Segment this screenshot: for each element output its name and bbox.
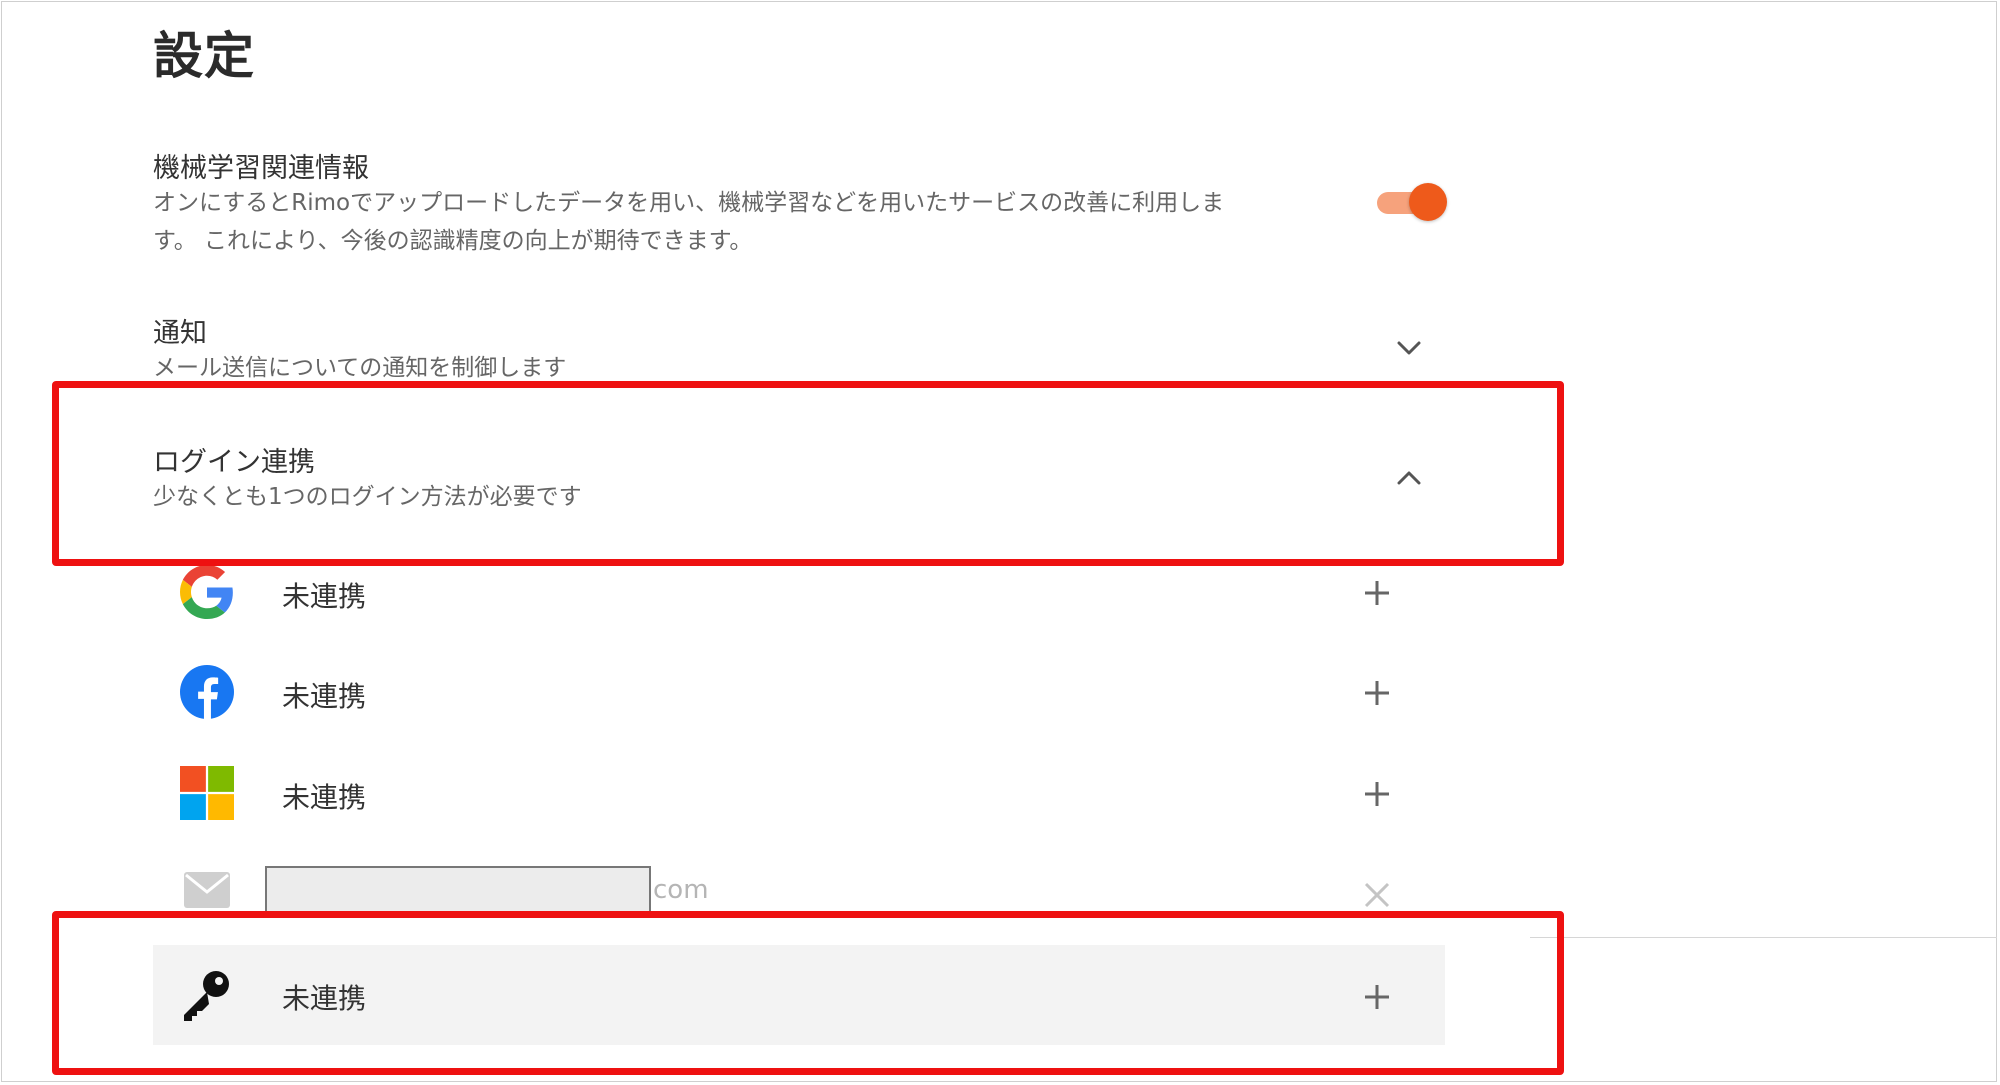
ml-info-description-line1: オンにするとRimoでアップロードしたデータを用い、機械学習などを用いたサービス… [153, 190, 1225, 216]
ml-info-toggle[interactable] [1375, 183, 1447, 223]
add-google-button[interactable] [1362, 578, 1392, 608]
ml-info-title: 機械学習関連情報 [153, 153, 369, 184]
ml-info-description-line2: す。 これにより、今後の認識精度の向上が期待できます。 [153, 228, 753, 254]
highlight-key-row [52, 911, 1564, 1075]
chevron-down-icon[interactable] [1389, 328, 1429, 368]
email-suffix: com [653, 875, 709, 905]
microsoft-status: 未連携 [282, 781, 367, 814]
add-facebook-button[interactable] [1362, 678, 1392, 708]
facebook-icon [180, 665, 234, 719]
facebook-status: 未連携 [282, 680, 367, 713]
remove-email-button[interactable] [1362, 880, 1392, 910]
add-microsoft-button[interactable] [1362, 779, 1392, 809]
ml-info-description: オンにするとRimoでアップロードしたデータを用い、機械学習などを用いたサービス… [153, 184, 1353, 260]
divider [1530, 937, 1997, 938]
microsoft-icon [180, 766, 234, 820]
redacted-email-address [265, 866, 651, 913]
highlight-login-link-header [52, 381, 1564, 566]
mail-icon [184, 872, 230, 908]
toggle-knob [1409, 183, 1447, 221]
notification-title: 通知 [153, 318, 207, 349]
page-title: 設定 [153, 27, 255, 85]
google-status: 未連携 [282, 580, 367, 613]
google-icon [180, 565, 233, 619]
